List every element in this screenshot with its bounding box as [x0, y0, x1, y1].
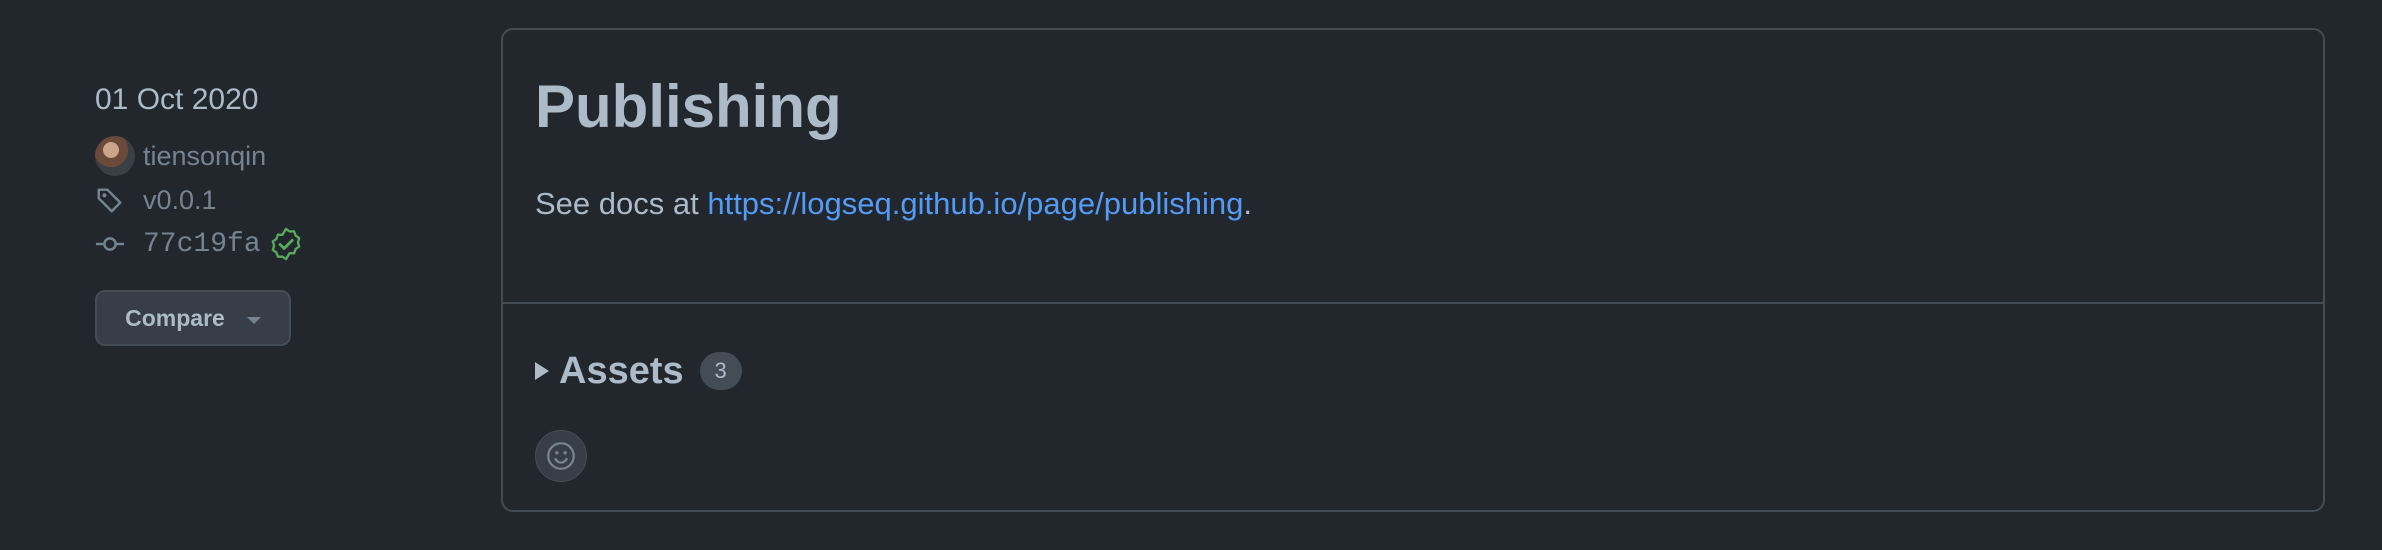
git-commit-icon	[95, 229, 135, 259]
compare-label: Compare	[125, 304, 225, 331]
description-suffix: .	[1243, 186, 1252, 221]
commit-row[interactable]: 77c19fa	[95, 222, 425, 266]
compare-button[interactable]: Compare	[95, 290, 291, 346]
add-reaction-button[interactable]	[535, 430, 587, 482]
caret-down-icon	[246, 316, 261, 324]
tag-icon	[95, 185, 135, 215]
release-body: Publishing See docs at https://logseq.gi…	[503, 30, 2323, 304]
release-description: See docs at https://logseq.github.io/pag…	[535, 186, 2291, 222]
author-row[interactable]: tiensonqin	[95, 134, 425, 178]
avatar[interactable]	[95, 136, 135, 176]
triangle-right-icon	[535, 362, 549, 380]
assets-count-badge: 3	[699, 352, 742, 390]
verified-badge-icon[interactable]	[269, 227, 303, 261]
author-name[interactable]: tiensonqin	[143, 141, 266, 172]
publishing-docs-link[interactable]: https://logseq.github.io/page/publishing	[707, 186, 1243, 221]
assets-label: Assets	[559, 349, 684, 392]
release-title[interactable]: Publishing	[535, 72, 2291, 142]
release-date: 01 Oct 2020	[95, 83, 259, 116]
smiley-icon	[547, 442, 575, 470]
release-card: Publishing See docs at https://logseq.gi…	[501, 28, 2325, 512]
tag-label[interactable]: v0.0.1	[143, 185, 217, 216]
release-sidebar: 01 Oct 2020 tiensonqin v0.0.1 77c19fa Co…	[95, 78, 425, 346]
description-text: See docs at	[535, 186, 708, 221]
commit-sha[interactable]: 77c19fa	[143, 229, 261, 260]
tag-row[interactable]: v0.0.1	[95, 178, 425, 222]
assets-toggle[interactable]: Assets 3	[503, 304, 2323, 398]
